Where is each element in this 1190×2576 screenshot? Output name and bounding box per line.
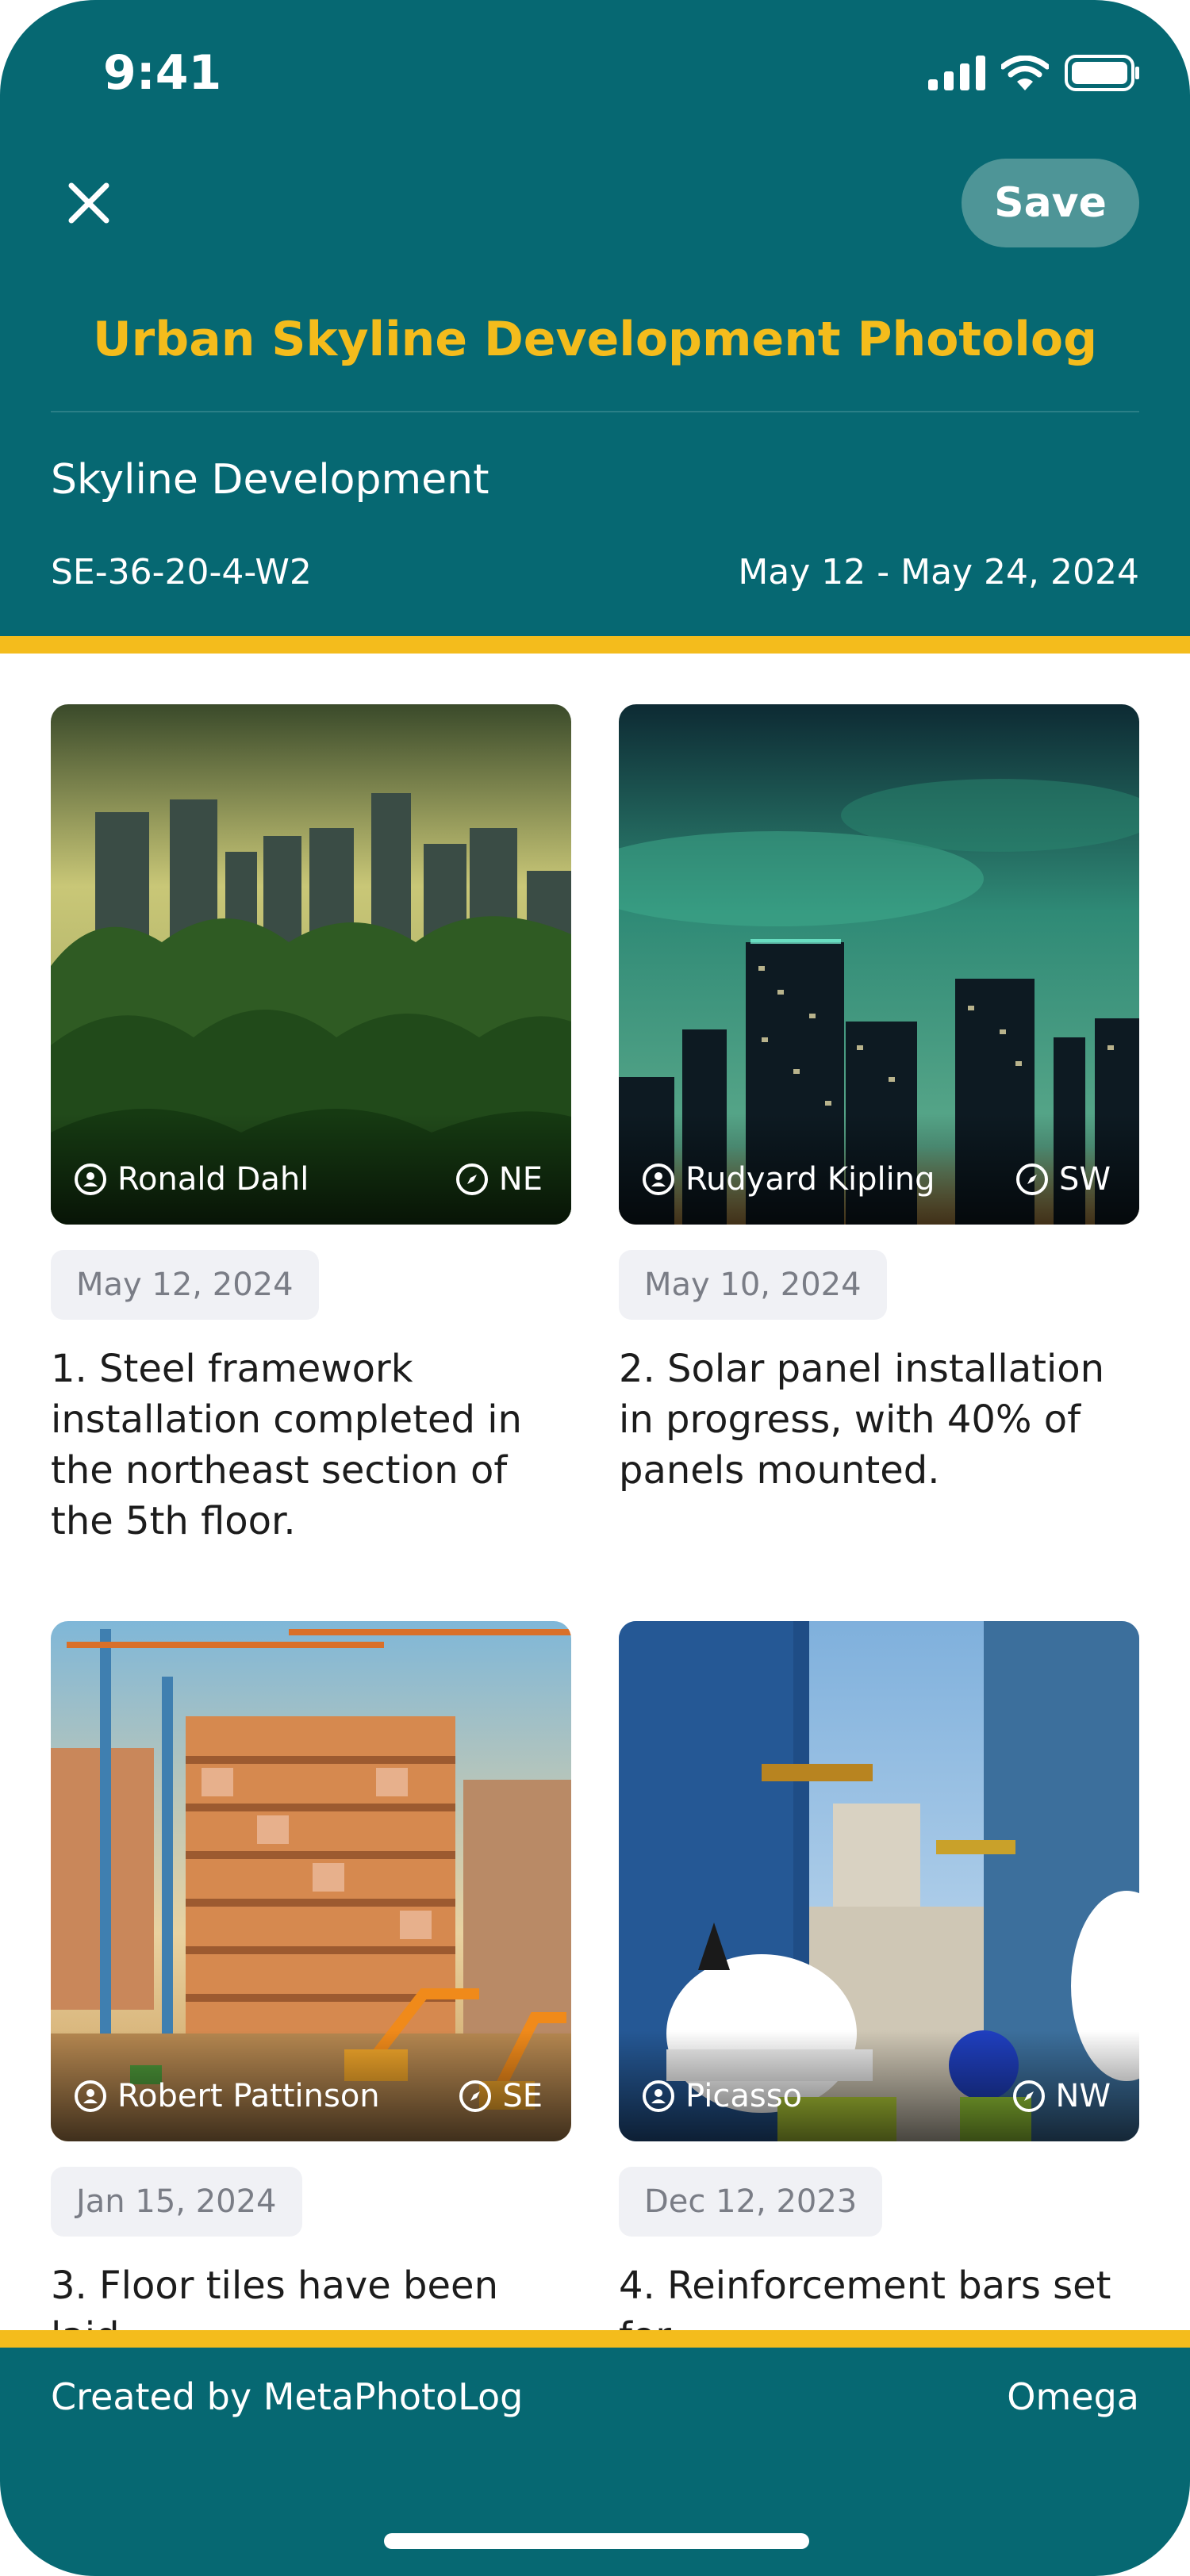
project-code: SE-36-20-4-W2 xyxy=(51,552,312,592)
signal-icon xyxy=(928,56,985,90)
photo[interactable]: Robert Pattinson SE xyxy=(51,1621,571,2141)
photo-author-name: Rudyard Kipling xyxy=(685,1161,935,1198)
header: 9:41 Save Urban Skyline Development Phot… xyxy=(0,0,1190,636)
wifi-icon xyxy=(1001,56,1049,90)
photo-direction: NW xyxy=(1012,2075,1111,2118)
photo-card[interactable]: Rudyard Kipling SW May 10, 2024 2. Solar… xyxy=(619,704,1139,1496)
close-icon xyxy=(68,182,109,224)
photo-author: Ronald Dahl xyxy=(75,1158,309,1201)
photo-card[interactable]: Ronald Dahl NE May 12, 2024 1. Steel fra… xyxy=(51,704,571,1547)
photo-date-chip: Jan 15, 2024 xyxy=(51,2167,302,2237)
compass-icon xyxy=(1012,2080,1045,2112)
footer-created-by: Created by MetaPhotoLog xyxy=(51,2375,524,2418)
photo-direction-label: NW xyxy=(1055,2078,1111,2114)
status-bar: 9:41 xyxy=(0,0,1190,143)
compass-icon xyxy=(459,2080,492,2112)
photo-author: Robert Pattinson xyxy=(75,2075,380,2118)
photo-direction: SE xyxy=(459,2075,543,2118)
photo[interactable]: Rudyard Kipling SW xyxy=(619,704,1139,1225)
photolog-title: Urban Skyline Development Photolog xyxy=(92,312,1098,367)
save-button[interactable]: Save xyxy=(962,159,1139,247)
photo-direction: SW xyxy=(1016,1158,1111,1201)
photo-author-name: Picasso xyxy=(685,2078,803,2114)
photo-direction: NE xyxy=(455,1158,543,1201)
user-icon xyxy=(643,1163,674,1195)
home-indicator[interactable] xyxy=(384,2533,809,2549)
header-accent-bar xyxy=(0,636,1190,654)
photo-caption: 1. Steel framework installation complete… xyxy=(51,1347,522,1543)
photo-date-chip: May 10, 2024 xyxy=(619,1250,887,1320)
photo-author: Rudyard Kipling xyxy=(643,1158,935,1201)
photo-date-chip: Dec 12, 2023 xyxy=(619,2167,883,2237)
project-name: Skyline Development xyxy=(51,456,489,504)
compass-icon xyxy=(455,1163,488,1195)
photo-caption: 2. Solar panel installation in progress,… xyxy=(619,1347,1105,1493)
photo-direction-label: SE xyxy=(502,2078,543,2114)
user-icon xyxy=(643,2080,674,2112)
photo-author: Picasso xyxy=(643,2075,802,2118)
user-icon xyxy=(75,2080,106,2112)
photo-date-chip: May 12, 2024 xyxy=(51,1250,319,1320)
compass-icon xyxy=(1016,1163,1049,1195)
battery-icon xyxy=(1065,55,1139,91)
photo-direction-label: NE xyxy=(498,1161,543,1198)
date-range: May 12 - May 24, 2024 xyxy=(738,552,1139,592)
phone-screen: 9:41 Save Urban Skyline Development Phot… xyxy=(0,0,1190,2576)
user-icon xyxy=(75,1163,106,1195)
close-button[interactable] xyxy=(60,174,117,232)
photo[interactable]: Ronald Dahl NE xyxy=(51,704,571,1225)
photo[interactable]: Picasso NW xyxy=(619,1621,1139,2141)
status-time: 9:41 xyxy=(103,45,222,101)
footer-brand: Omega xyxy=(1007,2375,1139,2418)
footer-accent-bar xyxy=(0,2330,1190,2348)
photo-author-name: Ronald Dahl xyxy=(117,1161,309,1198)
photo-author-name: Robert Pattinson xyxy=(117,2078,380,2114)
title-divider xyxy=(51,411,1139,412)
status-icons xyxy=(928,51,1141,95)
photo-card[interactable]: Robert Pattinson SE Jan 15, 2024 3. Floo… xyxy=(51,1621,571,2362)
photo-card[interactable]: Picasso NW Dec 12, 2023 4. Reinforcement… xyxy=(619,1621,1139,2362)
photo-direction-label: SW xyxy=(1059,1161,1111,1198)
